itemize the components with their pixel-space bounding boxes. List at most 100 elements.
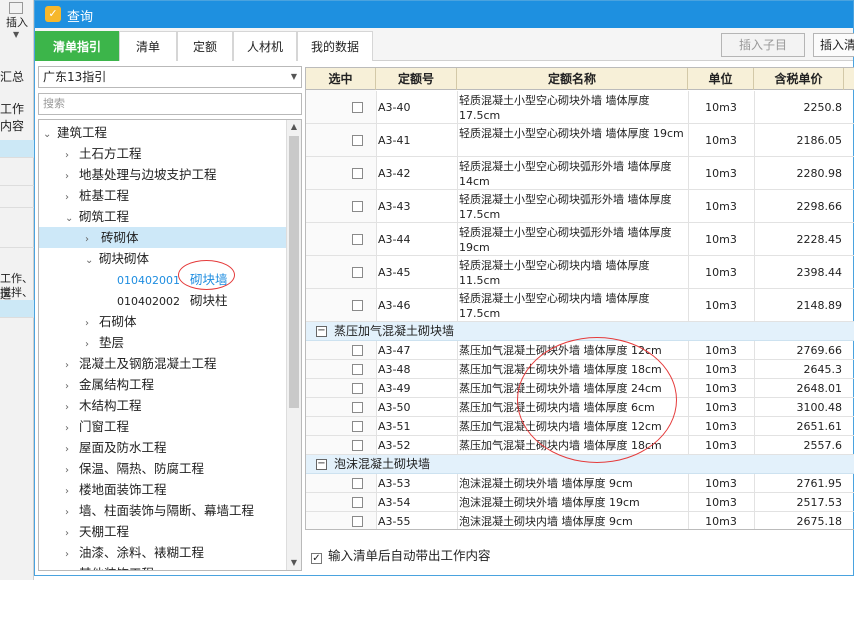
row-select-checkbox[interactable] [352,168,363,179]
bg-row[interactable] [0,208,34,248]
tree-node[interactable]: › 屋面及防水工程 [65,437,167,458]
guide-select[interactable]: 广东13指引 ▼ [38,66,302,88]
bg-row[interactable] [0,158,34,186]
insert-list-button[interactable]: 插入清单 [813,33,854,57]
chevron-down-icon[interactable]: ▼ [291,67,297,87]
tree-node[interactable]: ⌄ 建筑工程 [43,122,107,143]
row-select-checkbox[interactable] [352,402,363,413]
chevron-right-icon[interactable]: › [65,187,79,208]
row-select-checkbox[interactable] [352,102,363,113]
table-row[interactable]: A3-40 轻质混凝土小型空心砌块外墙 墙体厚度 17.5cm 10m3 2250.8 [306,91,854,124]
chevron-right-icon[interactable]: › [85,313,99,334]
tree-node-label: 土石方工程 [79,146,142,161]
tree-node[interactable]: › 木结构工程 [65,395,142,416]
tab-list[interactable]: 清单 [119,31,177,61]
chevron-down-icon[interactable]: ▼ [13,30,19,39]
table-row[interactable]: A3-53 泡沫混凝土砌块外墙 墙体厚度 9cm 10m3 2761.95 [306,474,854,493]
tab-labor-material-machine[interactable]: 人材机 [233,31,297,61]
tree-node[interactable]: › 石砌体 [85,311,137,332]
chevron-right-icon[interactable]: › [65,481,79,502]
tree-node[interactable]: › 桩基工程 [65,185,129,206]
col-code[interactable]: 定额号 [376,68,457,90]
table-row[interactable]: A3-43 轻质混凝土小型空心砌块弧形外墙 墙体厚度 17.5cm 10m3 2298… [306,190,854,223]
summary-tab[interactable]: 汇总 [0,68,24,85]
col-name[interactable]: 定额名称 [457,68,688,90]
chevron-right-icon[interactable]: › [65,565,79,570]
chevron-right-icon[interactable]: › [65,166,79,187]
row-select-checkbox[interactable] [352,421,363,432]
chevron-right-icon[interactable]: › [65,460,79,481]
table-row[interactable]: A3-54 泡沫混凝土砌块外墙 墙体厚度 19cm 10m3 2517.53 [306,493,854,512]
tree-node[interactable]: ⌄ 砌块砌体 [85,248,149,269]
tree-node[interactable]: › 油漆、涂料、裱糊工程 [65,542,204,563]
row-select-checkbox[interactable] [352,345,363,356]
insert-child-button[interactable]: 插入子目 [721,33,805,57]
chevron-right-icon[interactable]: › [65,355,79,376]
tree-node[interactable]: › 砖砌体 [39,227,288,248]
chevron-right-icon[interactable]: › [65,145,79,166]
row-select-checkbox[interactable] [352,234,363,245]
col-unit[interactable]: 单位 [688,68,754,90]
chevron-down-icon[interactable]: ⌄ [43,124,57,145]
row-select-checkbox[interactable] [352,135,363,146]
bg-row[interactable] [0,140,34,158]
scroll-down-icon[interactable]: ▼ [287,556,301,570]
row-select-checkbox[interactable] [352,364,363,375]
chevron-right-icon[interactable]: › [65,376,79,397]
table-row[interactable]: A3-55 泡沫混凝土砌块内墙 墙体厚度 9cm 10m3 2675.18 [306,512,854,529]
row-select-checkbox[interactable] [352,440,363,451]
chevron-down-icon[interactable]: ⌄ [65,208,79,229]
tree-node[interactable]: › 金属结构工程 [65,374,154,395]
chevron-right-icon[interactable]: › [65,397,79,418]
chevron-right-icon[interactable]: › [85,229,99,250]
scroll-thumb[interactable] [289,136,299,408]
bg-row[interactable] [0,300,34,318]
chevron-right-icon[interactable]: › [65,502,79,523]
title-bar[interactable]: ✓ 查询 [35,1,853,28]
tree-node[interactable]: › 楼地面装饰工程 [65,479,167,500]
tree-scrollbar[interactable]: ▲ ▼ [286,120,301,570]
row-select-checkbox[interactable] [352,267,363,278]
collapse-icon[interactable]: − [316,459,327,470]
tree-node[interactable]: › 垫层 [85,332,124,353]
col-price[interactable]: 含税单价 [754,68,844,90]
row-select-checkbox[interactable] [352,497,363,508]
tree-node[interactable]: › 保温、隔热、防腐工程 [65,458,204,479]
bg-row[interactable] [0,186,34,208]
table-row[interactable]: A3-42 轻质混凝土小型空心砌块弧形外墙 墙体厚度 14cm 10m3 2280.9… [306,157,854,190]
tree-node[interactable]: 010402002 砌块柱 [117,290,228,311]
row-select-checkbox[interactable] [352,478,363,489]
chevron-right-icon[interactable]: › [65,523,79,544]
tree-node[interactable]: ⌄ 砌筑工程 [65,206,129,227]
auto-work-content-option[interactable]: ✓ 输入清单后自动带出工作内容 [311,545,491,564]
tree-node[interactable]: › 天棚工程 [65,521,129,542]
tree-node[interactable]: › 墙、柱面装饰与隔断、幕墙工程 [65,500,254,521]
tab-quota[interactable]: 定额 [177,31,233,61]
insert-icon[interactable] [9,2,23,14]
row-select-checkbox[interactable] [352,516,363,527]
chevron-down-icon[interactable]: ⌄ [85,250,99,271]
tree-node[interactable]: › 地基处理与边坡支护工程 [65,164,217,185]
tree-node[interactable]: › 门窗工程 [65,416,129,437]
tree-node[interactable]: › 混凝土及钢筋混凝土工程 [65,353,217,374]
tab-list-guide[interactable]: 清单指引 [35,31,119,61]
table-row[interactable]: A3-46 轻质混凝土小型空心砌块内墙 墙体厚度 17.5cm 10m3 2148.8… [306,289,854,322]
table-row[interactable]: A3-45 轻质混凝土小型空心砌块内墙 墙体厚度 11.5cm 10m3 2398.4… [306,256,854,289]
auto-work-content-checkbox[interactable]: ✓ [311,553,322,564]
collapse-icon[interactable]: − [316,326,327,337]
row-select-checkbox[interactable] [352,300,363,311]
chevron-right-icon[interactable]: › [85,334,99,355]
tab-my-data[interactable]: 我的数据 [297,31,373,61]
scroll-up-icon[interactable]: ▲ [287,120,301,134]
tree-node[interactable]: › 土石方工程 [65,143,142,164]
chevron-right-icon[interactable]: › [65,544,79,565]
row-select-checkbox[interactable] [352,383,363,394]
insert-label[interactable]: 插入 [6,14,28,30]
chevron-right-icon[interactable]: › [65,418,79,439]
col-select[interactable]: 选中 [306,68,376,90]
table-row[interactable]: A3-41 轻质混凝土小型空心砌块外墙 墙体厚度 19cm 10m3 2186.05 [306,124,854,157]
search-input[interactable]: 搜索 [38,93,302,115]
table-row[interactable]: A3-44 轻质混凝土小型空心砌块弧形外墙 墙体厚度 19cm 10m3 2228.4… [306,223,854,256]
chevron-right-icon[interactable]: › [65,439,79,460]
row-select-checkbox[interactable] [352,201,363,212]
